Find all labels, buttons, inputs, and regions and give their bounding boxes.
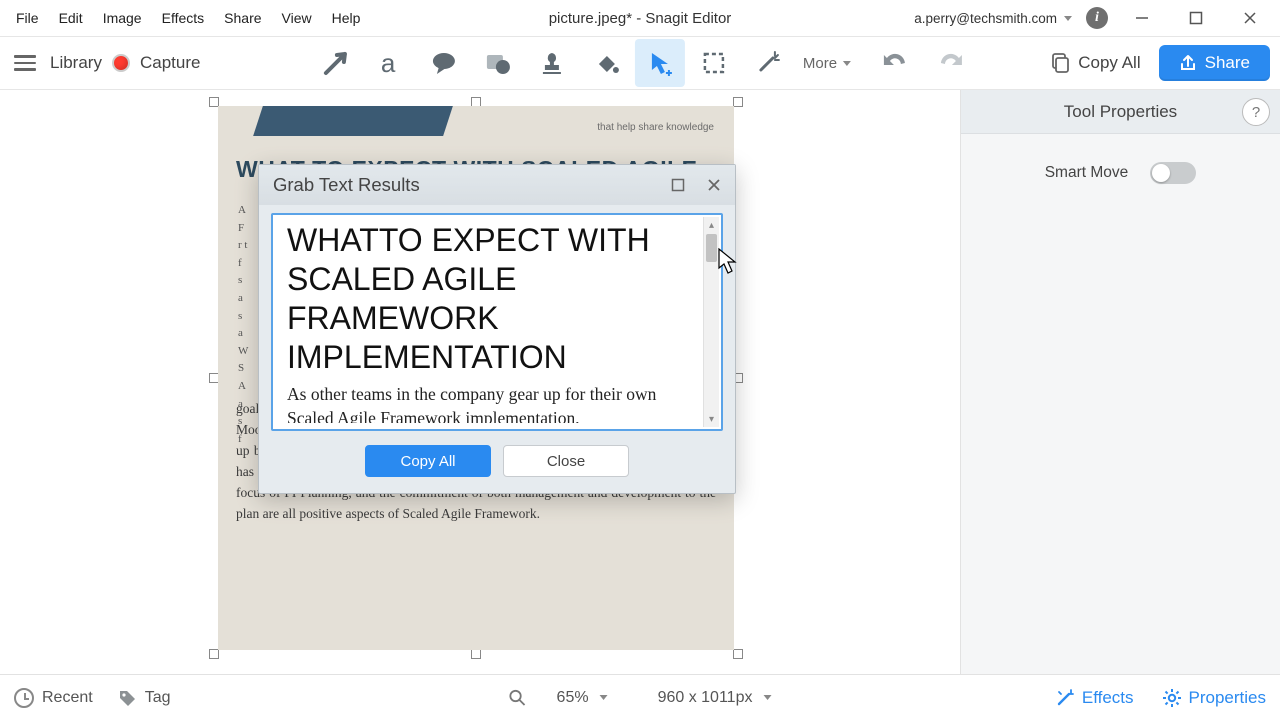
dialog-scrollbar[interactable]: ▴ ▾ [703, 217, 719, 427]
dialog-maximize-icon[interactable] [671, 178, 685, 192]
menu-help[interactable]: Help [322, 4, 371, 32]
chevron-down-icon [600, 695, 608, 700]
properties-label: Properties [1189, 688, 1266, 708]
zoom-control[interactable]: 65% [509, 689, 608, 707]
window-maximize-button[interactable] [1176, 4, 1216, 32]
menu-effects[interactable]: Effects [152, 4, 215, 32]
chevron-down-icon [763, 695, 771, 700]
resize-handle[interactable] [733, 97, 743, 107]
menu-view[interactable]: View [272, 4, 322, 32]
text-tool-icon[interactable]: a [365, 39, 415, 87]
scroll-down-icon[interactable]: ▾ [704, 411, 719, 427]
dialog-titlebar[interactable]: Grab Text Results [259, 165, 735, 205]
dialog-extracted-heading: WHATTO EXPECT WITH SCALED AGILE FRAMEWOR… [287, 221, 699, 377]
capture-button[interactable]: Capture [140, 53, 200, 73]
clock-icon [14, 688, 34, 708]
chevron-down-icon [1064, 16, 1072, 21]
stamp-tool-icon[interactable] [527, 39, 577, 87]
recent-button[interactable]: Recent [14, 688, 93, 708]
scroll-up-icon[interactable]: ▴ [704, 217, 719, 233]
redo-button[interactable] [935, 50, 969, 76]
magic-wand-tool-icon[interactable] [743, 39, 793, 87]
share-label: Share [1205, 53, 1250, 73]
properties-button[interactable]: Properties [1162, 688, 1266, 708]
resize-handle[interactable] [471, 649, 481, 659]
tool-icon-row: a More [311, 36, 969, 90]
menu-share[interactable]: Share [214, 4, 271, 32]
dimensions-value: 960 x 1011px [658, 689, 753, 707]
info-icon[interactable]: i [1086, 7, 1108, 29]
dimensions-control[interactable]: 960 x 1011px [658, 689, 772, 707]
effects-label: Effects [1082, 688, 1134, 708]
properties-panel: Tool Properties ? Smart Move [960, 90, 1280, 674]
share-button[interactable]: Share [1159, 45, 1270, 81]
tag-icon [117, 688, 137, 708]
account-email: a.perry@techsmith.com [914, 11, 1057, 26]
toolbar: Library Capture a Mor [0, 36, 1280, 90]
gear-icon [1162, 688, 1182, 708]
share-icon [1179, 54, 1197, 72]
chevron-down-icon [843, 61, 851, 66]
smart-move-toggle[interactable] [1150, 162, 1196, 184]
more-tools-dropdown[interactable]: More [797, 55, 857, 72]
zoom-value: 65% [557, 689, 589, 707]
copy-all-button[interactable]: Copy All [1044, 49, 1146, 77]
search-icon [509, 689, 527, 707]
selection-tool-icon[interactable] [689, 39, 739, 87]
dialog-extracted-paragraph: As other teams in the company gear up fo… [287, 383, 699, 423]
copy-icon [1050, 53, 1070, 73]
dialog-title: Grab Text Results [273, 174, 420, 196]
resize-handle[interactable] [209, 649, 219, 659]
callout-tool-icon[interactable] [419, 39, 469, 87]
tag-button[interactable]: Tag [117, 688, 171, 708]
menu-bar: File Edit Image Effects Share View Help … [0, 0, 1280, 36]
move-tool-icon[interactable] [635, 39, 685, 87]
account-dropdown[interactable]: a.perry@techsmith.com [914, 11, 1072, 26]
scroll-thumb[interactable] [706, 234, 717, 262]
arrow-tool-icon[interactable] [311, 39, 361, 87]
record-icon[interactable] [112, 54, 130, 72]
effects-button[interactable]: Effects [1055, 688, 1134, 708]
grab-text-dialog: Grab Text Results WHATTO EXPECT WITH SCA… [258, 164, 736, 494]
fill-tool-icon[interactable] [581, 39, 631, 87]
wand-icon [1055, 688, 1075, 708]
library-button[interactable]: Library [50, 53, 102, 73]
window-close-button[interactable] [1230, 4, 1270, 32]
menu-image[interactable]: Image [93, 4, 152, 32]
document-header-text: that help share knowledge [597, 122, 714, 133]
hamburger-menu-icon[interactable] [10, 51, 40, 75]
undo-button[interactable] [877, 50, 911, 76]
copy-all-label: Copy All [1078, 53, 1140, 73]
svg-text:a: a [381, 48, 396, 78]
menu-file[interactable]: File [6, 4, 49, 32]
smart-move-label: Smart Move [1045, 164, 1129, 182]
dialog-close-icon[interactable] [707, 178, 721, 192]
recent-label: Recent [42, 689, 93, 707]
main-area: that help share knowledge WHAT TO EXPECT… [0, 90, 1280, 674]
more-label: More [803, 55, 837, 72]
menu-edit[interactable]: Edit [49, 4, 93, 32]
dialog-close-button[interactable]: Close [503, 445, 629, 477]
dialog-text-area[interactable]: WHATTO EXPECT WITH SCALED AGILE FRAMEWOR… [271, 213, 723, 431]
document-left-letters: A F r t f s a s a W S A a s f [238, 202, 248, 448]
status-bar: Recent Tag 65% 960 x 1011px Effects Prop… [0, 674, 1280, 720]
document-graphic [253, 106, 453, 136]
tag-label: Tag [145, 689, 171, 707]
shape-tool-icon[interactable] [473, 39, 523, 87]
window-title: picture.jpeg* - Snagit Editor [549, 10, 732, 27]
canvas-area[interactable]: that help share knowledge WHAT TO EXPECT… [0, 90, 960, 674]
resize-handle[interactable] [733, 649, 743, 659]
properties-panel-title: Tool Properties ? [961, 90, 1280, 134]
window-minimize-button[interactable] [1122, 4, 1162, 32]
help-icon[interactable]: ? [1242, 98, 1270, 126]
dialog-copy-all-button[interactable]: Copy All [365, 445, 491, 477]
toggle-knob [1152, 164, 1170, 182]
